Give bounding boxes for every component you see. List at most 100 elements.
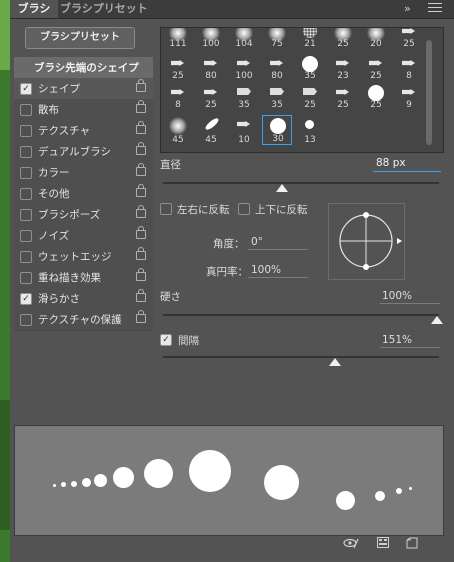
brush-tip[interactable]: 111 bbox=[163, 28, 193, 49]
setting-checkbox[interactable] bbox=[20, 104, 32, 116]
tab-brush[interactable]: ブラシ bbox=[10, 0, 58, 18]
lock-icon[interactable] bbox=[136, 79, 146, 92]
brush-tip[interactable]: 104 bbox=[229, 28, 259, 49]
setting-checkbox[interactable] bbox=[20, 209, 32, 221]
lock-icon[interactable] bbox=[136, 289, 146, 302]
preview-dab bbox=[335, 490, 355, 510]
brush-tip-shape bbox=[368, 85, 384, 101]
setting-item[interactable]: カラー bbox=[14, 162, 153, 184]
lock-icon[interactable] bbox=[136, 184, 146, 197]
size-slider-track[interactable] bbox=[163, 182, 439, 184]
lock-icon[interactable] bbox=[136, 100, 146, 113]
setting-item[interactable]: ノイズ bbox=[14, 225, 153, 247]
brush-tip[interactable]: 23 bbox=[328, 54, 358, 81]
brush-tip-shape bbox=[270, 118, 286, 134]
brush-tip[interactable]: 25 bbox=[361, 54, 391, 81]
lock-icon[interactable] bbox=[136, 226, 146, 239]
brush-tip[interactable]: 13 bbox=[295, 115, 325, 145]
setting-checkbox[interactable] bbox=[20, 146, 32, 158]
brush-tip-shape-header[interactable]: ブラシ先端のシェイプ bbox=[14, 57, 153, 79]
brush-tip[interactable]: 80 bbox=[196, 54, 226, 81]
new-preset-icon[interactable] bbox=[406, 537, 420, 549]
brush-tip[interactable]: 8 bbox=[394, 54, 424, 81]
setting-item[interactable]: その他 bbox=[14, 183, 153, 205]
setting-item[interactable]: ブラシポーズ bbox=[14, 204, 153, 226]
setting-checkbox[interactable] bbox=[20, 125, 32, 137]
lock-icon[interactable] bbox=[136, 310, 146, 323]
brush-tip[interactable]: 25 bbox=[163, 54, 193, 81]
brush-tip[interactable]: 100 bbox=[196, 28, 226, 49]
setting-checkbox[interactable] bbox=[20, 230, 32, 242]
lock-icon[interactable] bbox=[136, 205, 146, 218]
setting-checkbox[interactable] bbox=[20, 251, 32, 263]
setting-label: カラー bbox=[38, 167, 70, 179]
brush-tip[interactable]: 9 bbox=[394, 83, 424, 110]
tab-brush-presets[interactable]: ブラシプリセット bbox=[60, 0, 148, 18]
setting-item[interactable]: テクスチャ bbox=[14, 120, 153, 142]
brush-grid-icon[interactable] bbox=[377, 537, 391, 549]
spacing-slider-track[interactable] bbox=[163, 356, 439, 358]
angle-input[interactable]: 0° bbox=[248, 234, 308, 250]
lock-icon[interactable] bbox=[136, 142, 146, 155]
setting-item[interactable]: 重ね描き効果 bbox=[14, 267, 153, 289]
size-slider-thumb[interactable] bbox=[276, 184, 288, 192]
brush-tip[interactable]: 35 bbox=[262, 83, 292, 110]
roundness-input[interactable]: 100% bbox=[248, 262, 308, 278]
lock-icon[interactable] bbox=[136, 121, 146, 134]
setting-checkbox[interactable] bbox=[20, 272, 32, 284]
setting-checkbox[interactable] bbox=[20, 188, 32, 200]
setting-item[interactable]: 散布 bbox=[14, 99, 153, 121]
brush-tip[interactable]: 21 bbox=[295, 28, 325, 49]
collapse-icon[interactable]: » bbox=[404, 2, 418, 16]
brush-presets-button[interactable]: ブラシプリセット bbox=[25, 27, 135, 49]
brush-tip[interactable]: 35 bbox=[229, 83, 259, 110]
setting-item[interactable]: デュアルブラシ bbox=[14, 141, 153, 163]
flip-x-checkbox[interactable] bbox=[160, 203, 172, 215]
setting-item[interactable]: ✓ シェイプ bbox=[14, 78, 153, 100]
brush-tip-shape bbox=[369, 60, 382, 66]
brush-tip[interactable]: 75 bbox=[262, 28, 292, 49]
size-input[interactable]: 88 px bbox=[373, 155, 441, 172]
setting-checkbox[interactable]: ✓ bbox=[20, 293, 32, 305]
flip-y-checkbox[interactable] bbox=[238, 203, 250, 215]
lock-icon[interactable] bbox=[136, 247, 146, 260]
brush-tip[interactable]: 45 bbox=[196, 115, 226, 145]
panel-menu-icon[interactable] bbox=[428, 3, 442, 15]
setting-checkbox[interactable]: ✓ bbox=[20, 83, 32, 95]
brush-tip[interactable]: 25 bbox=[394, 28, 424, 49]
setting-item[interactable]: テクスチャの保護 bbox=[14, 309, 153, 331]
brush-tip[interactable]: 100 bbox=[229, 54, 259, 81]
spacing-input[interactable]: 151% bbox=[380, 332, 440, 348]
lock-icon[interactable] bbox=[136, 268, 146, 281]
brush-tip-grid[interactable]: 111 100 104 75 21 25 20 25 25 80 100 80 35 23 25 8 8 25 35… bbox=[160, 27, 444, 153]
hardness-input[interactable]: 100% bbox=[380, 288, 440, 304]
brush-tip[interactable]: 20 bbox=[361, 28, 391, 49]
brush-tip[interactable]: 25 bbox=[196, 83, 226, 110]
setting-checkbox[interactable] bbox=[20, 314, 32, 326]
brush-tip[interactable]: 10 bbox=[229, 115, 259, 145]
brush-tip[interactable]: 25 bbox=[328, 83, 358, 110]
hardness-slider-track[interactable] bbox=[163, 314, 439, 316]
brush-tip[interactable]: 25 bbox=[361, 83, 391, 110]
hardness-slider-thumb[interactable] bbox=[431, 316, 443, 324]
brush-tip[interactable]: 30 bbox=[262, 115, 292, 145]
toggle-live-tip-icon[interactable] bbox=[343, 537, 359, 549]
brush-tip[interactable]: 35 bbox=[295, 54, 325, 81]
brush-tip[interactable]: 8 bbox=[163, 83, 193, 110]
brush-tip[interactable]: 25 bbox=[328, 28, 358, 49]
brush-tip[interactable]: 45 bbox=[163, 115, 193, 145]
brush-tip-size: 80 bbox=[271, 71, 283, 81]
brush-tip-size: 45 bbox=[205, 135, 217, 145]
tip-grid-scrollbar[interactable] bbox=[426, 40, 432, 145]
brush-tip[interactable]: 80 bbox=[262, 54, 292, 81]
setting-item[interactable]: ウェットエッジ bbox=[14, 246, 153, 268]
setting-label: デュアルブラシ bbox=[38, 146, 111, 158]
spacing-checkbox[interactable]: ✓ bbox=[160, 334, 172, 346]
lock-icon[interactable] bbox=[136, 163, 146, 176]
angle-roundness-widget[interactable] bbox=[328, 203, 405, 280]
setting-item[interactable]: ✓ 滑らかさ bbox=[14, 288, 153, 310]
spacing-slider-thumb[interactable] bbox=[329, 358, 341, 366]
setting-checkbox[interactable] bbox=[20, 167, 32, 179]
angle-value: 0° bbox=[251, 236, 263, 248]
brush-tip[interactable]: 25 bbox=[295, 83, 325, 110]
